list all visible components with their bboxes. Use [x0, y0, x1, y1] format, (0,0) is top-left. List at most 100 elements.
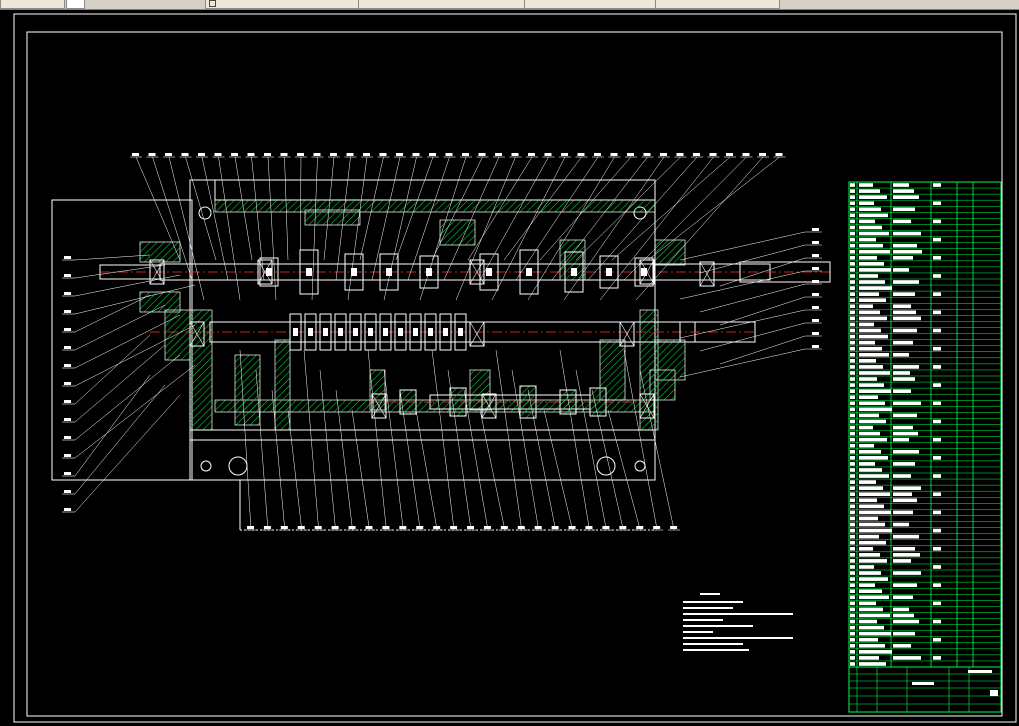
- balloon-number: [445, 153, 453, 156]
- table-cell-text: [859, 492, 890, 497]
- balloon-number: [64, 400, 71, 403]
- hatched-wall: [654, 239, 686, 266]
- gear-key: [486, 268, 492, 276]
- table-cell-text: [850, 389, 855, 393]
- table-cell-text: [850, 352, 855, 357]
- table-cell-text: [859, 443, 874, 448]
- drawing-frame: [26, 31, 1003, 717]
- table-cell-text: [893, 474, 911, 478]
- table-cell-text: [850, 243, 855, 248]
- balloon-number: [709, 153, 717, 156]
- table-cell-text: [850, 480, 855, 484]
- table-cell-text: [893, 365, 919, 369]
- balloon-number: [478, 153, 486, 156]
- table-cell-text: [893, 371, 910, 375]
- table-cell-text: [893, 522, 909, 527]
- gear: [399, 389, 417, 415]
- balloon-number: [297, 526, 305, 529]
- gear-key: [526, 268, 532, 276]
- table-cell-text: [850, 443, 855, 448]
- gear-key: [606, 268, 612, 276]
- note-line: [683, 613, 793, 615]
- leader-line: [699, 244, 806, 274]
- table-cell-text: [859, 656, 879, 660]
- balloon-number: [165, 153, 172, 156]
- table-cell-text: [850, 401, 855, 406]
- leader-line: [311, 156, 318, 301]
- balloon-number: [64, 490, 71, 493]
- table-cell-text: [850, 419, 855, 424]
- table-cell-text: [850, 268, 855, 272]
- note-line: [683, 649, 749, 651]
- leader-line: [74, 294, 151, 333]
- balloon-number: [64, 328, 71, 331]
- balloon-number: [379, 153, 387, 156]
- tab-2[interactable]: [205, 0, 360, 9]
- table-cell-text: [893, 207, 915, 212]
- table-cell-text: [933, 292, 941, 296]
- table-cell-text: [859, 262, 884, 266]
- balloon-number: [812, 280, 819, 283]
- table-cell-text: [859, 274, 878, 278]
- table-cell-text: [893, 559, 911, 563]
- table-cell-text: [850, 595, 855, 600]
- table-cell-text: [859, 243, 883, 248]
- table-cell-text: [893, 595, 913, 600]
- tab-4[interactable]: [524, 0, 657, 9]
- balloon-number: [495, 153, 502, 156]
- table-cell-text: [893, 413, 917, 418]
- leader-line: [168, 156, 205, 301]
- tab-5[interactable]: [655, 0, 780, 9]
- table-cell-text: [859, 207, 881, 212]
- balloon-number: [412, 153, 420, 156]
- table-cell-text: [850, 492, 855, 497]
- table-cell-text: [859, 462, 875, 466]
- balloon-number: [693, 153, 700, 156]
- document-tab-bar: [0, 0, 1019, 10]
- balloon-number: [534, 526, 542, 529]
- title-text: [990, 690, 998, 696]
- table-cell-text: [893, 534, 919, 539]
- note-line: [683, 625, 753, 627]
- table-cell-text: [933, 492, 941, 497]
- leader-line: [218, 156, 241, 301]
- table-cell-text: [859, 383, 884, 387]
- balloon-number: [247, 526, 254, 529]
- tab-1[interactable]: [66, 0, 85, 9]
- table-cell-text: [893, 328, 917, 333]
- leader-line: [74, 304, 166, 351]
- note-line: [683, 643, 743, 645]
- table-cell-text: [850, 431, 855, 436]
- balloon-number: [433, 526, 441, 529]
- table-cell-text: [933, 474, 941, 478]
- leader-line: [74, 354, 181, 441]
- table-cell-text: [859, 407, 892, 412]
- table-cell-text: [859, 255, 877, 260]
- gear-key: [368, 328, 373, 336]
- hatched-wall: [214, 199, 656, 213]
- table-cell-text: [850, 553, 855, 557]
- table-cell-text: [859, 280, 885, 284]
- balloon-number: [660, 153, 667, 156]
- balloon-number: [812, 254, 819, 257]
- table-cell-text: [850, 225, 855, 230]
- leader-line: [679, 270, 806, 300]
- table-cell-text: [859, 504, 884, 509]
- table-cell-text: [850, 262, 855, 266]
- table-cell-text: [933, 383, 941, 387]
- table-cell-text: [933, 583, 941, 587]
- table-cell-text: [933, 619, 941, 624]
- table-cell-text: [859, 631, 891, 636]
- table-cell-text: [850, 383, 855, 387]
- table-cell-text: [893, 183, 909, 187]
- balloon-number: [551, 526, 559, 529]
- table-cell-text: [893, 268, 909, 272]
- table-cell-text: [893, 486, 921, 490]
- balloon-number: [528, 153, 535, 156]
- gear-key: [353, 328, 358, 336]
- cad-drawing-canvas[interactable]: [0, 10, 1019, 726]
- tab-0[interactable]: [0, 0, 65, 9]
- table-cell-text: [850, 219, 855, 224]
- table-cell-text: [850, 183, 855, 187]
- tab-3[interactable]: [358, 0, 526, 9]
